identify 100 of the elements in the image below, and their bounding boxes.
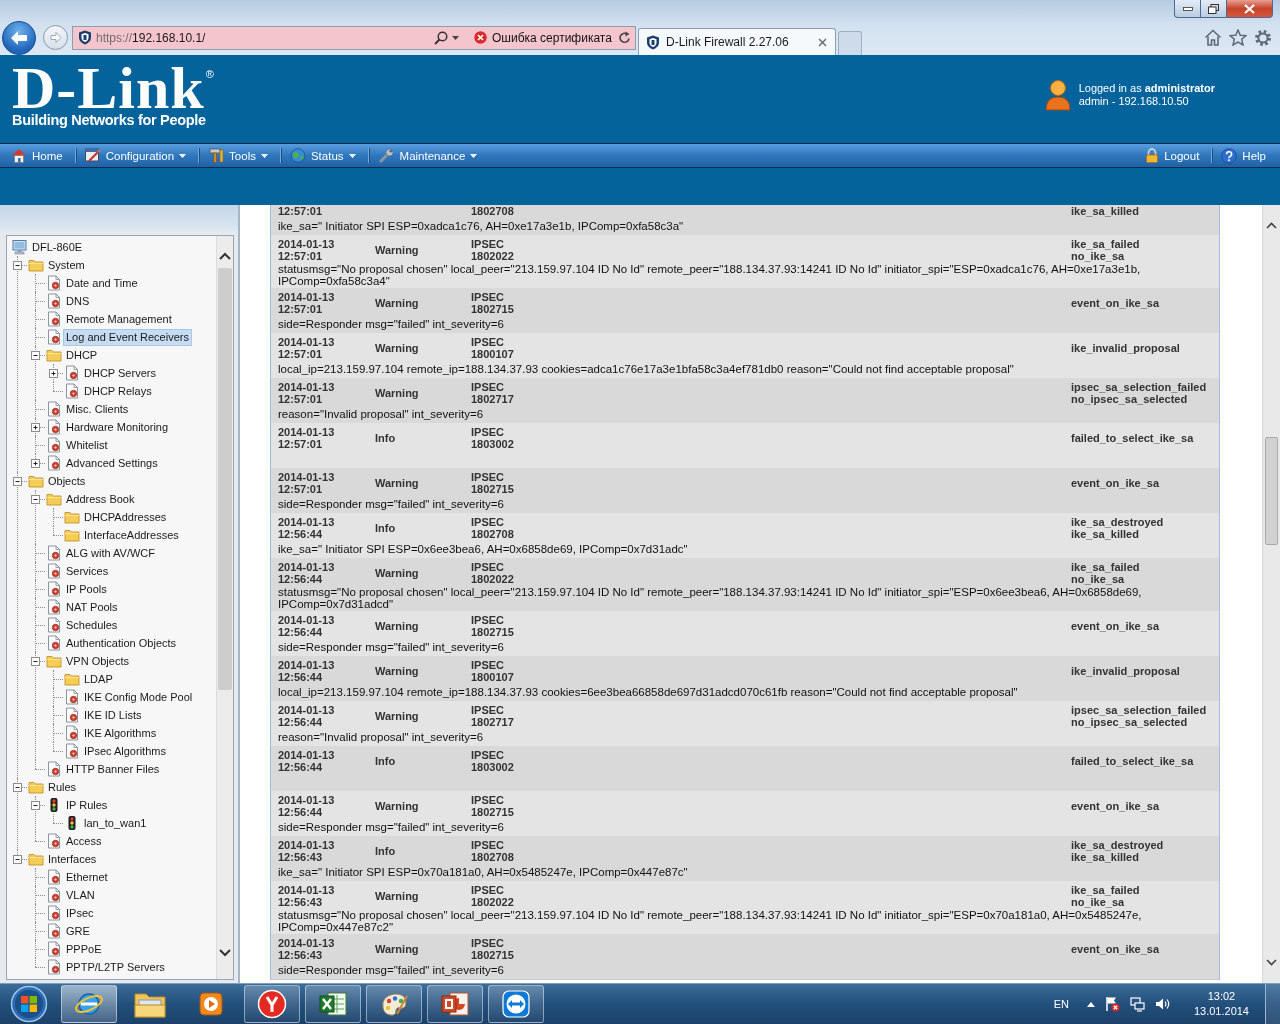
star-icon[interactable] bbox=[1229, 29, 1247, 46]
menu-item[interactable]: Configuration bbox=[76, 144, 199, 167]
close-icon[interactable] bbox=[818, 37, 827, 47]
collapse-icon[interactable] bbox=[12, 854, 22, 864]
log-date: 2014-01-13 bbox=[278, 659, 336, 671]
log-event-name: ike_sa_killed bbox=[1071, 205, 1140, 217]
chevron-up-icon[interactable] bbox=[219, 252, 231, 260]
tree-item[interactable]: Log and Event Receivers bbox=[64, 329, 191, 345]
settings-icon[interactable] bbox=[1254, 28, 1272, 47]
tree-item[interactable]: IKE Config Mode Pool bbox=[82, 689, 195, 705]
tree-item[interactable]: Objects bbox=[46, 473, 88, 489]
tree-item[interactable]: Interfaces bbox=[46, 851, 99, 867]
caret-icon[interactable] bbox=[452, 35, 459, 40]
tree-item[interactable]: Schedules bbox=[64, 617, 120, 633]
show-desktop-button[interactable] bbox=[1265, 984, 1280, 1024]
collapse-icon[interactable] bbox=[30, 350, 40, 360]
collapse-icon[interactable] bbox=[30, 800, 40, 810]
collapse-icon[interactable] bbox=[30, 494, 40, 504]
start-button[interactable] bbox=[10, 985, 48, 1023]
tree-item[interactable]: System bbox=[46, 257, 87, 273]
tree-item[interactable]: IPsec bbox=[64, 905, 96, 921]
arrow-left-icon bbox=[10, 29, 28, 46]
chevron-down-icon[interactable] bbox=[219, 949, 231, 957]
tree-item[interactable]: DFL-860E bbox=[30, 239, 85, 255]
tree-item[interactable]: Rules bbox=[46, 779, 79, 795]
tree-item[interactable]: PPPoE bbox=[64, 941, 104, 957]
collapse-icon[interactable] bbox=[12, 782, 22, 792]
menu-item[interactable]: Status bbox=[281, 144, 368, 167]
expand-icon[interactable] bbox=[30, 458, 40, 468]
tree-item[interactable]: GRE bbox=[64, 923, 92, 939]
tree-item[interactable]: Access bbox=[64, 833, 104, 849]
clock-date[interactable]: 13.01.2014 bbox=[1193, 1004, 1249, 1019]
tree-item[interactable]: PPTP/L2TP Servers bbox=[64, 959, 167, 975]
taskbar-button[interactable] bbox=[427, 985, 483, 1023]
menu-item[interactable]: Home bbox=[3, 144, 75, 167]
tree-item[interactable]: IKE ID Lists bbox=[82, 707, 144, 723]
caret-up-icon[interactable] bbox=[1086, 1001, 1095, 1007]
collapse-icon[interactable] bbox=[12, 260, 22, 270]
refresh-icon[interactable] bbox=[618, 31, 631, 44]
tree-item[interactable]: InterfaceAddresses bbox=[82, 527, 181, 543]
menu-item[interactable]: Logout bbox=[1137, 144, 1212, 167]
address-field[interactable]: https://192.168.10.1/ bbox=[96, 30, 434, 45]
tree-item[interactable]: VLAN bbox=[64, 887, 97, 903]
tree-item[interactable]: Advanced Settings bbox=[64, 455, 160, 471]
tree-item[interactable]: DHCP Relays bbox=[82, 383, 154, 399]
browser-tab[interactable]: D-Link Firewall 2.27.06 bbox=[638, 28, 836, 55]
tree-item[interactable]: Ethernet bbox=[64, 869, 110, 885]
tree-item[interactable]: NAT Pools bbox=[64, 599, 120, 615]
tree-item[interactable]: Misc. Clients bbox=[64, 401, 131, 417]
tree-item[interactable]: IKE Algorithms bbox=[82, 725, 159, 741]
tree-item[interactable]: DHCP bbox=[64, 347, 100, 363]
search-icon[interactable] bbox=[434, 30, 448, 45]
tree-item[interactable]: Whitelist bbox=[64, 437, 110, 453]
tree-item[interactable]: IP Pools bbox=[64, 581, 109, 597]
tree-item[interactable]: DHCPAddresses bbox=[82, 509, 169, 525]
tree-item[interactable]: DHCP Servers bbox=[82, 365, 158, 381]
folder-icon bbox=[28, 473, 44, 489]
tree-item[interactable]: Date and Time bbox=[64, 275, 140, 291]
taskbar-button[interactable] bbox=[366, 985, 422, 1023]
tree-item[interactable]: VPN Objects bbox=[64, 653, 131, 669]
taskbar-button[interactable] bbox=[488, 985, 544, 1023]
scrollbar[interactable] bbox=[1262, 205, 1280, 983]
flag-alert-icon[interactable] bbox=[1104, 996, 1120, 1012]
tree-item[interactable]: ALG with AV/WCF bbox=[64, 545, 158, 561]
tree-item[interactable]: LDAP bbox=[82, 671, 115, 687]
scroll-thumb[interactable] bbox=[1265, 437, 1278, 545]
expand-icon[interactable] bbox=[48, 368, 58, 378]
minimize-button[interactable] bbox=[1174, 0, 1201, 18]
tree-item[interactable]: IPsec Algorithms bbox=[82, 743, 168, 759]
chevron-up-icon[interactable] bbox=[1266, 222, 1277, 229]
menu-item[interactable]: Maintenance bbox=[369, 144, 490, 167]
language-indicator[interactable]: EN bbox=[1053, 998, 1069, 1010]
certificate-error-button[interactable]: Ошибка сертификата bbox=[468, 26, 618, 49]
tree-item[interactable]: HTTP Banner Files bbox=[64, 761, 162, 777]
tree-item[interactable]: Authentication Objects bbox=[64, 635, 179, 651]
speaker-icon[interactable] bbox=[1154, 997, 1170, 1011]
scroll-thumb[interactable] bbox=[218, 268, 232, 690]
network-icon[interactable] bbox=[1129, 996, 1145, 1012]
expand-icon[interactable] bbox=[30, 422, 40, 432]
log-event-name: ipsec_sa_selection_failed bbox=[1071, 381, 1208, 393]
maximize-button[interactable] bbox=[1201, 0, 1227, 18]
collapse-icon[interactable] bbox=[30, 656, 40, 666]
tree-item[interactable]: Hardware Monitoring bbox=[64, 419, 171, 435]
home-icon[interactable] bbox=[1204, 29, 1222, 46]
collapse-icon[interactable] bbox=[12, 476, 22, 486]
scrollbar[interactable] bbox=[216, 236, 233, 979]
menu-item[interactable]: Tools bbox=[200, 144, 280, 167]
tree-item[interactable]: DNS bbox=[64, 293, 92, 309]
back-button[interactable] bbox=[2, 20, 36, 55]
tree-item[interactable]: Address Book bbox=[64, 491, 137, 507]
taskbar-button[interactable] bbox=[305, 985, 361, 1023]
tree-item[interactable]: IP Rules bbox=[64, 797, 110, 813]
menu-item[interactable]: Help bbox=[1213, 144, 1278, 167]
close-button[interactable] bbox=[1227, 0, 1273, 18]
chevron-down-icon[interactable] bbox=[1266, 959, 1277, 966]
tree-item[interactable]: Services bbox=[64, 563, 111, 579]
tree-item[interactable]: Remote Management bbox=[64, 311, 174, 327]
taskbar-button[interactable] bbox=[244, 985, 300, 1023]
clock-time[interactable]: 13:02 bbox=[1207, 989, 1236, 1004]
tree-item[interactable]: lan_to_wan1 bbox=[82, 815, 149, 831]
